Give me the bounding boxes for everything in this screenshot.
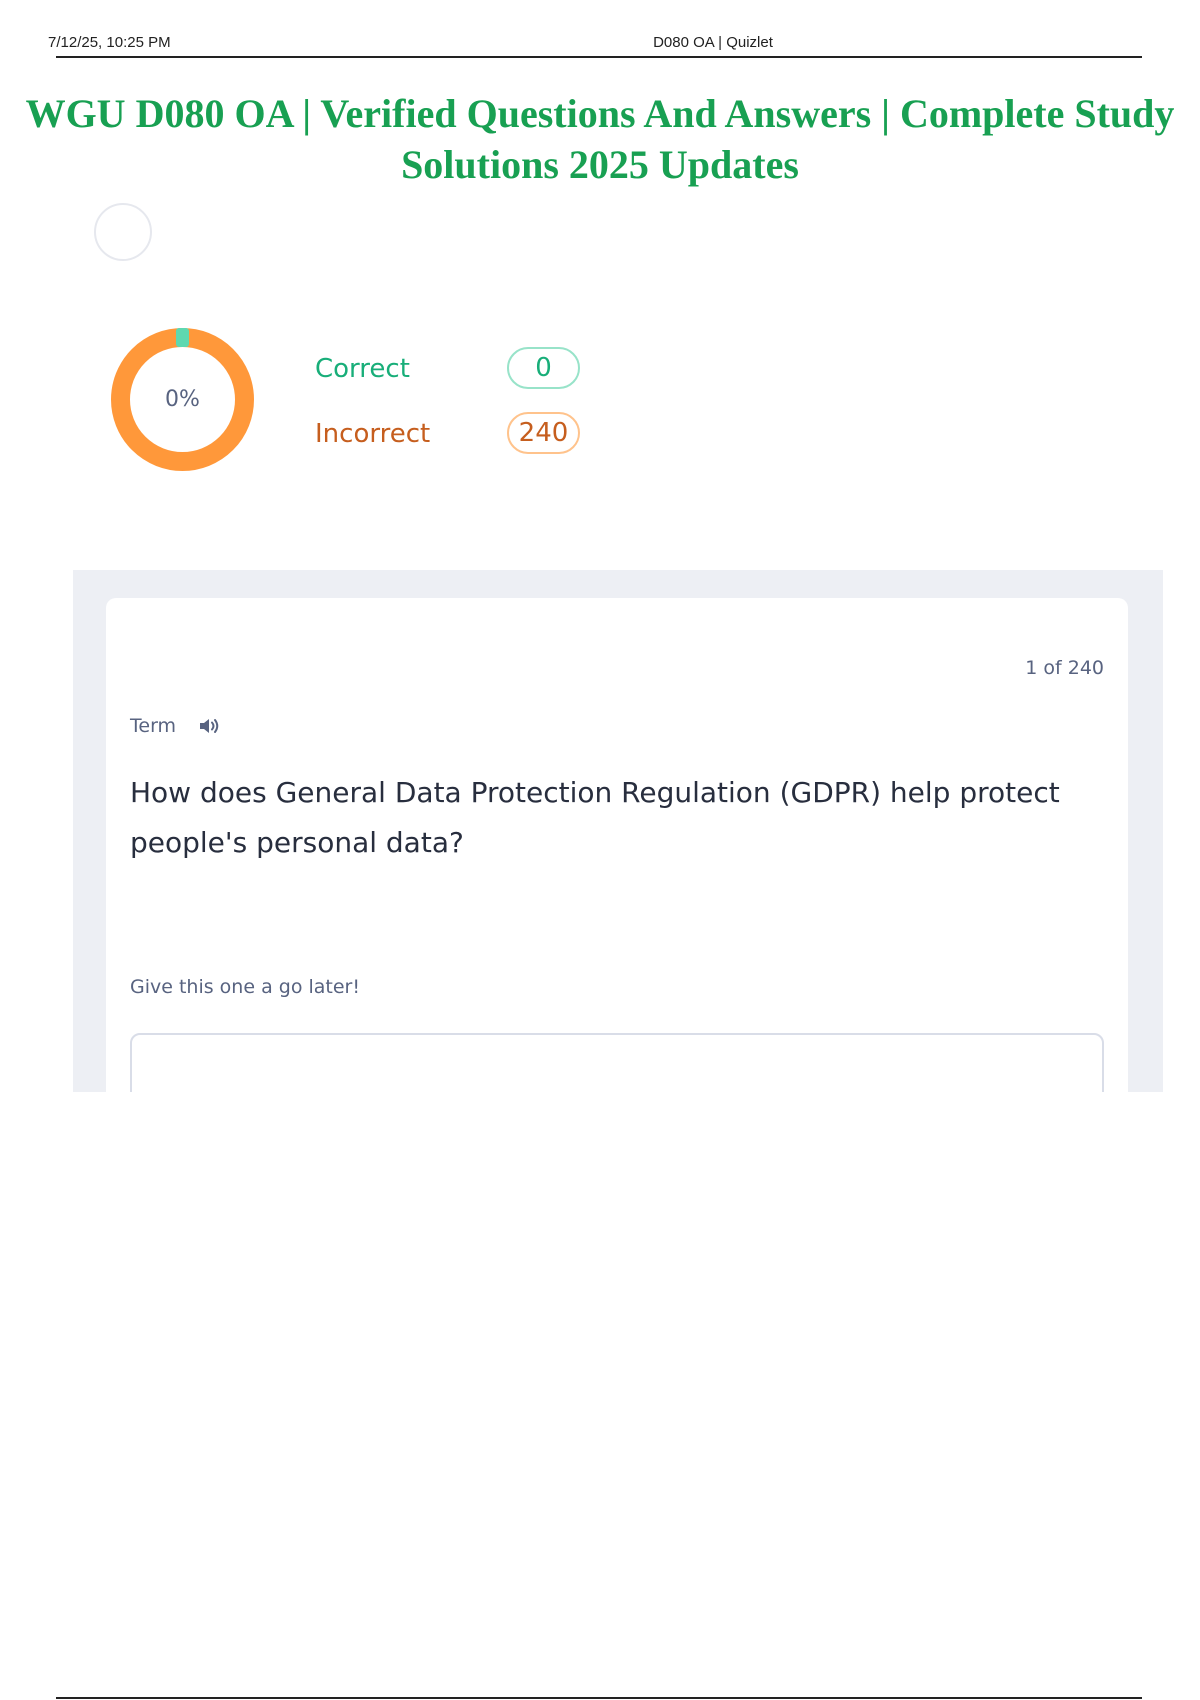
correct-label: Correct: [315, 354, 410, 384]
print-page-title: D080 OA | Quizlet: [653, 34, 773, 51]
flashcard: 1 of 240 Term How does General Data Prot…: [106, 598, 1128, 1092]
term-row: Term: [130, 715, 220, 737]
avatar[interactable]: [94, 203, 152, 261]
incorrect-count-badge: 240: [507, 412, 580, 454]
correct-count-badge: 0: [507, 347, 580, 389]
term-label: Term: [130, 715, 177, 737]
document-title: WGU D080 OA | Verified Questions And Ans…: [25, 91, 1175, 187]
answer-input[interactable]: [130, 1033, 1104, 1092]
flashcard-panel: 1 of 240 Term How does General Data Prot…: [73, 570, 1163, 1092]
print-header: 7/12/25, 10:25 PM D080 OA | Quizlet: [0, 34, 1200, 58]
progress-percent: 0%: [165, 387, 200, 412]
speaker-icon[interactable]: [198, 716, 220, 736]
header-rule: [56, 56, 1142, 58]
incorrect-label: Incorrect: [315, 419, 431, 449]
hint-text: Give this one a go later!: [130, 976, 360, 998]
question-text: How does General Data Protection Regulat…: [130, 776, 1060, 859]
footer-rule: [56, 1697, 1142, 1699]
card-counter: 1 of 240: [1025, 657, 1104, 679]
